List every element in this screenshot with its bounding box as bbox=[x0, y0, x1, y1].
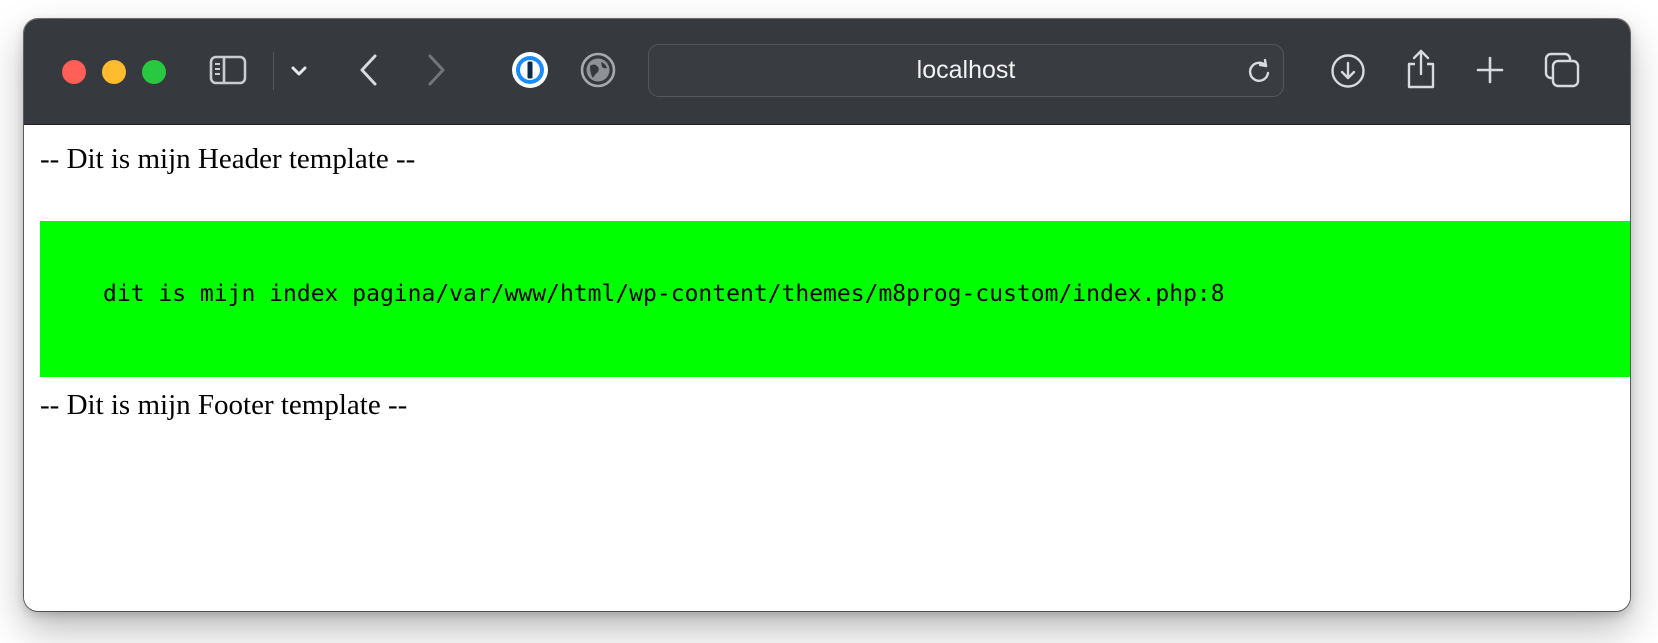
back-icon[interactable] bbox=[354, 49, 384, 91]
address-bar[interactable]: localhost bbox=[648, 44, 1284, 97]
share-icon[interactable] bbox=[1402, 47, 1440, 91]
address-url: localhost bbox=[916, 56, 1016, 84]
footer-template-text: -- Dit is mijn Footer template -- bbox=[40, 389, 408, 421]
toolbar-divider bbox=[273, 52, 274, 90]
browser-toolbar: localhost bbox=[24, 19, 1630, 125]
reload-icon[interactable] bbox=[1245, 57, 1273, 90]
globe-icon[interactable] bbox=[579, 51, 617, 89]
page-content: -- Dit is mijn Header template -- dit is… bbox=[24, 125, 1630, 611]
chevron-down-icon[interactable] bbox=[284, 59, 314, 83]
index-debug-text: dit is mijn index pagina/var/www/html/wp… bbox=[103, 281, 1225, 307]
tab-overview-icon[interactable] bbox=[1542, 50, 1582, 90]
browser-window: localhost -- Dit is mijn Header template… bbox=[24, 19, 1630, 611]
password-manager-icon[interactable] bbox=[510, 50, 550, 90]
header-template-text: -- Dit is mijn Header template -- bbox=[40, 143, 416, 175]
close-window-button[interactable] bbox=[62, 60, 86, 84]
sidebar-icon[interactable] bbox=[208, 53, 248, 87]
minimize-window-button[interactable] bbox=[102, 60, 126, 84]
new-tab-icon[interactable] bbox=[1473, 53, 1507, 87]
forward-icon[interactable] bbox=[421, 49, 451, 91]
download-icon[interactable] bbox=[1329, 52, 1367, 90]
index-block: dit is mijn index pagina/var/www/html/wp… bbox=[40, 221, 1630, 377]
maximize-window-button[interactable] bbox=[142, 60, 166, 84]
